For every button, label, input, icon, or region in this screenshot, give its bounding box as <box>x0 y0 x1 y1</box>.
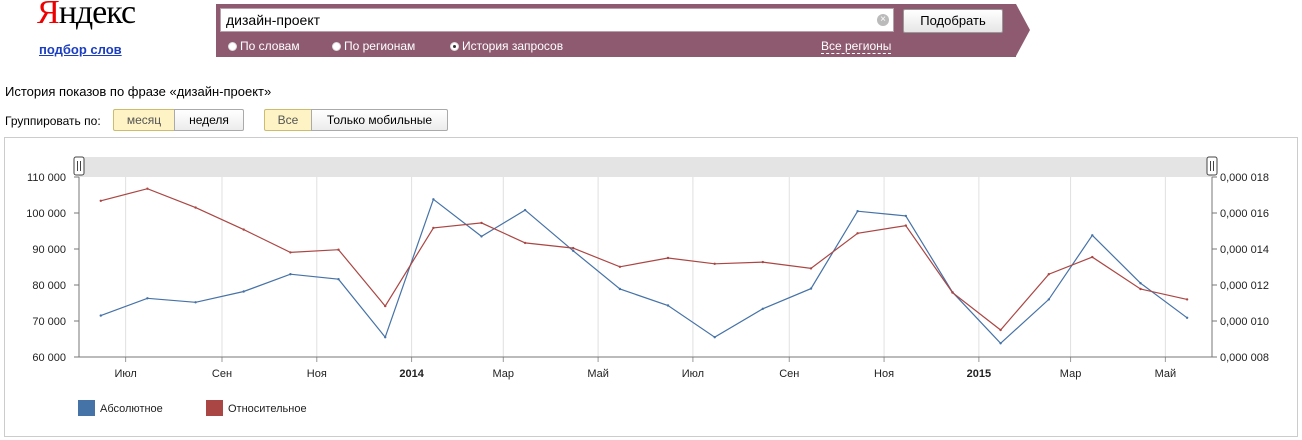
data-point-relative <box>761 260 764 264</box>
data-point-relative <box>384 304 387 308</box>
data-point-absolute <box>666 304 670 307</box>
range-handle-right[interactable] <box>1206 156 1218 176</box>
data-point-absolute <box>999 342 1002 345</box>
x-tick-label: Мар <box>1060 368 1082 380</box>
data-point-absolute <box>289 273 292 276</box>
y-right-tick-label: 0,000 018 <box>1220 172 1269 184</box>
data-point-relative <box>809 267 813 270</box>
legend-swatch <box>78 400 95 416</box>
data-point-absolute <box>1139 282 1142 285</box>
data-point-absolute <box>618 287 622 291</box>
y-left-tick-label: 110 000 <box>27 172 66 184</box>
data-point-relative <box>337 248 340 251</box>
data-point-relative <box>523 241 527 245</box>
data-point-relative <box>999 328 1002 332</box>
x-tick-label: Мар <box>493 368 515 380</box>
data-point-relative <box>1091 255 1094 259</box>
y-left-tick-label: 90 000 <box>32 244 66 256</box>
data-point-absolute <box>713 336 716 339</box>
y-left-tick-label: 100 000 <box>26 208 66 220</box>
data-point-relative <box>194 206 197 209</box>
data-point-absolute <box>194 301 197 304</box>
data-point-relative <box>572 246 575 250</box>
legend-label: Относительное <box>228 403 307 415</box>
y-right-tick-label: 0,000 014 <box>1220 244 1269 256</box>
range-handle-left[interactable] <box>73 156 85 176</box>
data-point-absolute <box>337 278 340 281</box>
data-point-absolute <box>1091 234 1094 237</box>
data-point-relative <box>146 187 149 190</box>
data-point-absolute <box>856 210 859 213</box>
x-tick-label: Июл <box>682 368 704 380</box>
data-point-relative <box>480 221 483 225</box>
x-tick-label: Ноя <box>874 368 894 380</box>
data-point-absolute <box>1047 298 1051 301</box>
data-point-relative <box>432 226 435 230</box>
x-tick-label: 2014 <box>399 368 424 380</box>
y-right-tick-label: 0,000 008 <box>1220 352 1269 364</box>
x-tick-label: Ноя <box>307 368 327 380</box>
data-point-relative <box>713 262 716 265</box>
y-right-tick-label: 0,000 010 <box>1220 316 1269 328</box>
x-tick-label: Май <box>1155 368 1177 380</box>
data-point-relative <box>904 224 907 227</box>
history-chart: Июл Сен Ноя 2014 Мар Май Июл Сен Ноя 2015 Мар Май 60… <box>26 156 1269 416</box>
data-point-absolute <box>761 307 764 310</box>
data-point-absolute <box>432 198 435 201</box>
x-tick-label: Июл <box>114 368 136 380</box>
x-tick-label: Сен <box>779 368 799 380</box>
series-line-relative <box>100 188 1188 331</box>
y-left-tick-label: 60 000 <box>32 352 66 364</box>
data-point-absolute <box>99 314 103 317</box>
y-left-tick-label: 70 000 <box>32 316 66 328</box>
data-point-relative <box>1185 298 1189 301</box>
x-tick-label: Сен <box>212 368 232 380</box>
data-point-absolute <box>242 290 245 293</box>
data-point-relative <box>856 232 859 235</box>
legend-swatch <box>206 400 223 416</box>
data-point-relative <box>99 199 103 202</box>
data-point-absolute <box>904 214 907 218</box>
data-point-absolute <box>523 208 527 212</box>
y-left-tick-label: 80 000 <box>32 280 66 292</box>
y-right-tick-label: 0,000 012 <box>1220 280 1269 292</box>
x-tick-label: Май <box>587 368 609 380</box>
data-point-absolute <box>480 235 483 238</box>
data-point-absolute <box>146 297 149 300</box>
series-line-absolute <box>100 198 1188 345</box>
data-point-absolute <box>572 249 575 252</box>
y-right-tick-label: 0,000 016 <box>1220 208 1269 220</box>
data-point-relative <box>666 256 670 260</box>
legend-label: Абсолютное <box>100 403 163 415</box>
data-point-absolute <box>809 287 813 290</box>
data-point-relative <box>618 265 622 268</box>
range-navigator <box>79 157 1212 177</box>
data-point-relative <box>1139 287 1142 291</box>
data-point-relative <box>289 251 292 254</box>
data-point-relative <box>242 228 245 231</box>
data-point-relative <box>1047 273 1051 276</box>
data-point-relative <box>951 291 954 294</box>
x-tick-label: 2015 <box>967 368 991 380</box>
data-point-absolute <box>1185 316 1189 319</box>
data-point-absolute <box>384 336 387 339</box>
